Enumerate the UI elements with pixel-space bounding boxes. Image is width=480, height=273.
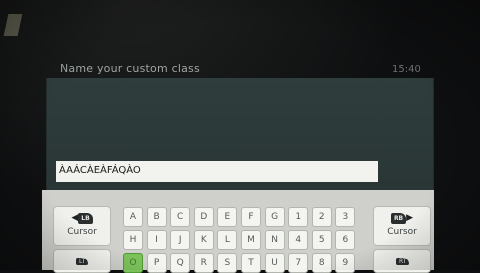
key-2[interactable]: 2 [311,207,332,227]
key-c[interactable]: C [170,207,191,227]
key-n[interactable]: N [264,230,285,250]
cursor-right-label: Cursor [387,227,417,237]
key-o[interactable]: O [123,253,143,273]
key-i[interactable]: I [146,230,167,250]
key-1[interactable]: 1 [288,207,309,227]
key-7[interactable]: 7 [288,253,309,273]
key-e[interactable]: E [217,207,238,227]
key-k[interactable]: K [193,230,214,250]
key-b[interactable]: B [146,207,167,227]
lt-trigger-icon: LT [76,258,89,265]
key-d[interactable]: D [193,207,214,227]
key-l[interactable]: L [217,230,238,250]
key-t[interactable]: T [241,253,261,273]
key-u[interactable]: U [264,253,285,273]
on-screen-keyboard: ◀ LB Cursor RB ▶ Cursor LT RT ABCDEFG123HI… [42,190,434,273]
key-r[interactable]: R [193,253,214,273]
lb-bumper-icon: LB [78,213,93,224]
key-9[interactable]: 9 [335,253,356,273]
rb-bumper-icon: RB [390,213,407,224]
cursor-left-button[interactable]: ◀ LB Cursor [53,206,111,246]
class-name-input[interactable]: ÀAÁCÀEÀFÁQÀO [56,161,378,182]
corner-reflection [3,14,23,36]
arrow-right-icon: ▶ [406,213,414,223]
rt-trigger-icon: RT [396,258,410,265]
cursor-right-button[interactable]: RB ▶ Cursor [373,206,431,246]
key-p[interactable]: P [146,253,167,273]
arrow-left-icon: ◀ [71,213,79,223]
rt-button[interactable]: RT [373,249,431,273]
page-title: Name your custom class [60,62,200,75]
key-j[interactable]: J [170,230,191,250]
cursor-left-label: Cursor [67,227,97,237]
key-f[interactable]: F [241,207,261,227]
key-a[interactable]: A [123,207,143,227]
key-5[interactable]: 5 [311,230,332,250]
key-m[interactable]: M [241,230,261,250]
key-6[interactable]: 6 [335,230,356,250]
lt-button[interactable]: LT [53,249,111,273]
key-g[interactable]: G [264,207,285,227]
key-3[interactable]: 3 [335,207,356,227]
key-h[interactable]: H [123,230,143,250]
key-4[interactable]: 4 [288,230,309,250]
clock-display: 15:40 [392,64,421,75]
key-q[interactable]: Q [170,253,191,273]
key-8[interactable]: 8 [311,253,332,273]
key-s[interactable]: S [217,253,238,273]
